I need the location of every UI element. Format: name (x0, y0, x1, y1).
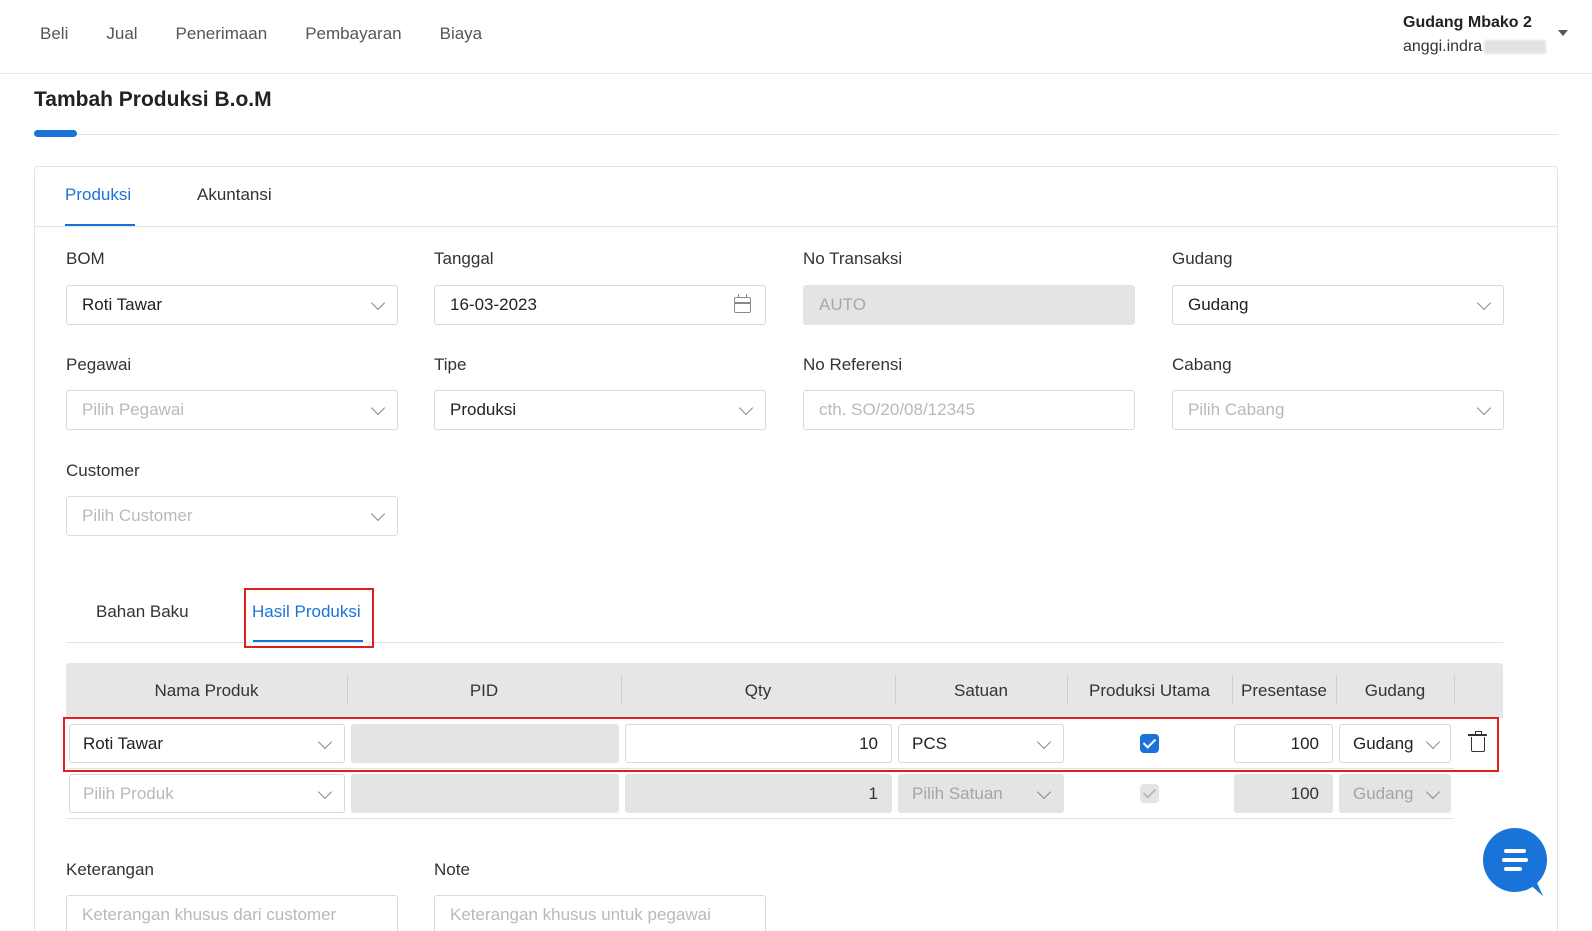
cabang-placeholder: Pilih Cabang (1188, 400, 1285, 419)
pegawai-placeholder: Pilih Pegawai (82, 400, 185, 419)
row2-gudang: Gudang (1353, 783, 1414, 803)
note-placeholder: Keterangan khusus untuk pegawai (450, 905, 711, 924)
row2-nama-produk: Pilih Produk (83, 783, 174, 803)
tanggal-value: 16-03-2023 (450, 295, 537, 314)
customer-select[interactable]: Pilih Customer (66, 496, 398, 536)
main-nav: Beli Jual Penerimaan Pembayaran Biaya (40, 24, 520, 44)
tab-produksi[interactable]: Produksi (65, 185, 131, 205)
row2-presentase-input: 100 (1234, 774, 1333, 813)
note-label: Note (434, 860, 470, 879)
no-transaksi-label: No Transaksi (803, 249, 903, 268)
chevron-down-icon (1425, 784, 1441, 800)
account-email: anggi.indra (1403, 38, 1547, 56)
customer-label: Customer (66, 461, 140, 480)
column-separator (1454, 675, 1455, 705)
title-divider (34, 134, 1558, 135)
gudang-select[interactable]: Gudang (1172, 285, 1504, 325)
tab-akuntansi[interactable]: Akuntansi (197, 185, 272, 205)
chevron-down-icon (370, 400, 386, 416)
row2-gudang-select: Gudang (1339, 774, 1451, 813)
account-menu[interactable]: Gudang Mbako 2 anggi.indra (1403, 14, 1547, 56)
chat-icon (1504, 849, 1526, 853)
customer-placeholder: Pilih Customer (82, 506, 193, 525)
col-satuan: Satuan (954, 680, 1008, 700)
pegawai-label: Pegawai (66, 355, 132, 374)
chat-icon-line (1502, 858, 1528, 862)
keterangan-label: Keterangan (66, 860, 154, 879)
row2-satuan-select: Pilih Satuan (898, 774, 1064, 813)
bom-select[interactable]: Roti Tawar (66, 285, 398, 325)
tipe-label: Tipe (434, 355, 467, 374)
chevron-down-icon (738, 400, 754, 416)
row2-qty-input: 1 (625, 774, 892, 813)
tanggal-input[interactable]: 16-03-2023 (434, 285, 766, 325)
gudang-value: Gudang (1188, 295, 1249, 314)
nav-item-biaya[interactable]: Biaya (440, 24, 483, 44)
tanggal-label: Tanggal (434, 249, 494, 268)
chevron-down-icon (1476, 400, 1492, 416)
row2-produksi-utama-checkbox (1140, 784, 1159, 803)
cabang-label: Cabang (1172, 355, 1232, 374)
cabang-select[interactable]: Pilih Cabang (1172, 390, 1504, 430)
no-transaksi-input: AUTO (803, 285, 1135, 325)
no-referensi-placeholder: cth. SO/20/08/12345 (819, 400, 975, 419)
calendar-icon[interactable] (734, 294, 751, 313)
col-pid: PID (469, 680, 499, 700)
chat-support-button[interactable] (1483, 828, 1547, 892)
no-referensi-label: No Referensi (803, 355, 903, 374)
no-referensi-input[interactable]: cth. SO/20/08/12345 (803, 390, 1135, 430)
chevron-down-icon (317, 784, 333, 800)
page-title: Tambah Produksi B.o.M (34, 88, 272, 111)
note-input[interactable]: Keterangan khusus untuk pegawai (434, 895, 766, 931)
nav-item-jual[interactable]: Jual (106, 24, 137, 44)
nav-item-beli[interactable]: Beli (40, 24, 68, 44)
nav-item-pembayaran[interactable]: Pembayaran (305, 24, 401, 44)
chat-icon-line (1504, 867, 1522, 871)
keterangan-input[interactable]: Keterangan khusus dari customer (66, 895, 398, 931)
form-card: Produksi Akuntansi BOM Roti Tawar Tangga… (34, 166, 1558, 931)
col-presentase: Presentase (1241, 680, 1327, 700)
redacted-email-domain (1484, 40, 1547, 54)
tipe-value: Produksi (450, 400, 517, 419)
account-email-text: anggi.indra (1403, 38, 1483, 55)
pegawai-select[interactable]: Pilih Pegawai (66, 390, 398, 430)
gudang-label: Gudang (1172, 249, 1233, 268)
chevron-down-icon (1036, 784, 1052, 800)
caret-down-icon[interactable] (1558, 30, 1568, 36)
highlight-box-row (63, 717, 1499, 772)
main-tabs: Produksi Akuntansi (35, 167, 1557, 227)
active-tab-indicator (65, 224, 135, 226)
chevron-down-icon (370, 295, 386, 311)
col-produksi-utama: Produksi Utama (1089, 680, 1210, 700)
chevron-down-icon (370, 506, 386, 522)
col-gudang: Gudang (1364, 680, 1426, 700)
top-navbar: Beli Jual Penerimaan Pembayaran Biaya Gu… (0, 0, 1592, 74)
col-nama-produk: Nama Produk (154, 680, 259, 700)
account-name: Gudang Mbako 2 (1403, 14, 1532, 31)
tab-bahan-baku[interactable]: Bahan Baku (96, 602, 189, 622)
title-accent-bar (34, 130, 77, 137)
tipe-select[interactable]: Produksi (434, 390, 766, 430)
row2-pid (351, 774, 619, 813)
nav-item-penerimaan[interactable]: Penerimaan (176, 24, 268, 44)
col-qty: Qty (744, 680, 772, 700)
highlight-box-tab (244, 588, 374, 648)
no-transaksi-value: AUTO (819, 295, 866, 314)
table-header: Nama Produk PID Qty Satuan Produksi Utam… (66, 663, 1503, 718)
row-divider (66, 818, 1454, 819)
keterangan-placeholder: Keterangan khusus dari customer (82, 905, 337, 924)
chevron-down-icon (1476, 295, 1492, 311)
bom-label: BOM (66, 249, 105, 268)
row2-nama-produk-select[interactable]: Pilih Produk (69, 774, 345, 813)
bom-value: Roti Tawar (82, 295, 162, 314)
row2-satuan: Pilih Satuan (912, 783, 1003, 803)
